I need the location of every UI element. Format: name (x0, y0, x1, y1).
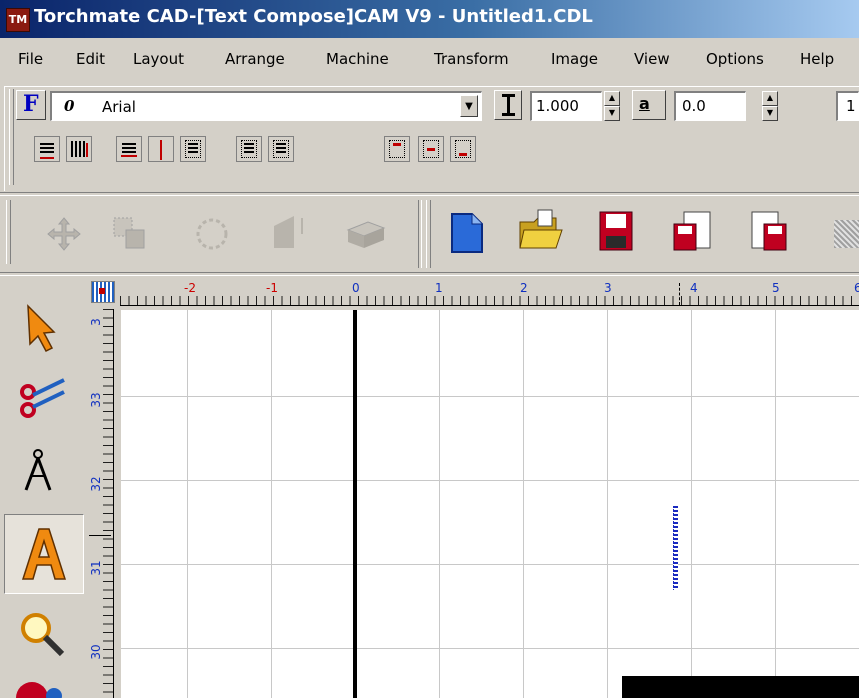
scissors-icon[interactable] (8, 362, 78, 434)
height-icon (507, 95, 510, 115)
v-ruler-label: 30 (89, 644, 103, 660)
compass-icon[interactable] (8, 436, 78, 508)
align-right-button[interactable] (268, 136, 294, 162)
save-icon[interactable] (594, 208, 638, 254)
menu-transform[interactable]: Transform (434, 50, 509, 68)
text-a-icon (21, 528, 67, 580)
export-icon[interactable] (748, 208, 792, 254)
drawing-canvas[interactable] (121, 310, 859, 698)
menu-machine[interactable]: Machine (326, 50, 389, 68)
window-title: Torchmate CAD-[Text Compose]CAM V9 - Unt… (34, 6, 593, 27)
text-tool-button[interactable] (4, 514, 84, 594)
h-ruler-label: -1 (266, 281, 278, 295)
font-type-icon: 0 (64, 97, 75, 115)
title-bar[interactable]: TM Torchmate CAD-[Text Compose]CAM V9 - … (0, 0, 859, 38)
main-toolbar (0, 196, 859, 272)
v-ruler-label: 31 (89, 560, 103, 576)
h-ruler-label: 6 (854, 281, 859, 295)
v-ruler-label: 32 (89, 476, 103, 492)
skew-icon[interactable] (272, 214, 316, 250)
black-shape[interactable] (622, 676, 859, 698)
menu-file[interactable]: File (18, 50, 43, 68)
vertical-text-button[interactable] (66, 136, 92, 162)
toolbox (0, 284, 86, 698)
valign-bottom-button[interactable] (450, 136, 476, 162)
menu-image[interactable]: Image (551, 50, 598, 68)
ruler-cursor-marker (679, 283, 681, 305)
align-center-button[interactable] (236, 136, 262, 162)
y-axis-origin-line (353, 310, 357, 698)
char-spacing-value: 0.0 (682, 97, 706, 115)
menu-edit[interactable]: Edit (76, 50, 105, 68)
text-height-value: 1.000 (536, 97, 579, 115)
toolbar-grip[interactable] (426, 200, 431, 268)
toolbar-divider (418, 200, 422, 268)
toolbar-grip[interactable] (6, 200, 11, 264)
font-button[interactable]: F (16, 90, 46, 120)
h-ruler-label: -2 (184, 281, 196, 295)
move-icon[interactable] (46, 216, 82, 252)
app-logo-icon[interactable]: TM (6, 8, 30, 32)
spacing-arrows-button[interactable] (116, 136, 142, 162)
extrude-icon[interactable] (344, 216, 388, 252)
menu-arrange[interactable]: Arrange (225, 50, 285, 68)
char-spacing-input[interactable]: 0.0 (674, 91, 746, 121)
font-name-combo[interactable]: 0 Arial ▼ (50, 91, 482, 121)
select-arrow-icon[interactable] (8, 292, 78, 364)
zoom-icon[interactable] (8, 600, 78, 672)
ruler-corner[interactable] (89, 279, 119, 307)
spacing-icon: a (639, 94, 650, 113)
extra-value: 1 (846, 97, 856, 115)
text-insertion-cursor (673, 506, 678, 590)
menu-layout[interactable]: Layout (133, 50, 184, 68)
menu-options[interactable]: Options (706, 50, 764, 68)
text-height-button[interactable] (494, 90, 522, 120)
print-icon[interactable] (834, 220, 859, 248)
h-ruler-label: 1 (435, 281, 443, 295)
menu-help[interactable]: Help (800, 50, 834, 68)
v-ruler-label: 33 (89, 392, 103, 408)
font-name-value: Arial (102, 98, 136, 116)
text-height-input[interactable]: 1.000 (530, 91, 602, 121)
shape-tool-icon[interactable] (8, 672, 78, 698)
import-icon[interactable] (670, 208, 714, 254)
spacing-spinner[interactable]: ▲ ▼ (762, 91, 778, 121)
extra-input[interactable]: 1 (836, 91, 859, 121)
new-file-icon[interactable] (448, 210, 488, 256)
menu-view[interactable]: View (634, 50, 670, 68)
line-spacing-button[interactable] (148, 136, 174, 162)
horizontal-ruler[interactable]: -2 -1 0 1 2 3 4 5 6 (120, 279, 859, 307)
toolbar-separator (0, 272, 859, 276)
char-spacing-button[interactable]: a (632, 90, 666, 120)
toolbar-grip[interactable] (9, 89, 14, 185)
v-ruler-label: 3 (89, 318, 103, 326)
align-left-underline-button[interactable] (34, 136, 60, 162)
h-ruler-label: 5 (772, 281, 780, 295)
font-f-icon: F (23, 91, 39, 117)
h-ruler-label: 2 (520, 281, 528, 295)
h-ruler-label: 4 (690, 281, 698, 295)
h-ruler-label: 3 (604, 281, 612, 295)
font-dropdown-button[interactable]: ▼ (460, 95, 478, 117)
menu-bar: File Edit Layout Arrange Machine Transfo… (0, 42, 859, 76)
align-left-button[interactable] (180, 136, 206, 162)
h-ruler-label: 0 (352, 281, 360, 295)
valign-middle-button[interactable] (418, 136, 444, 162)
ruler-cursor-marker (89, 535, 111, 536)
rotate-icon[interactable] (194, 216, 230, 252)
resize-icon[interactable] (112, 216, 148, 252)
vertical-ruler[interactable]: 3 33 32 31 30 (89, 309, 115, 698)
valign-top-button[interactable] (384, 136, 410, 162)
height-spinner[interactable]: ▲ ▼ (604, 91, 620, 121)
open-folder-icon[interactable] (516, 208, 566, 254)
